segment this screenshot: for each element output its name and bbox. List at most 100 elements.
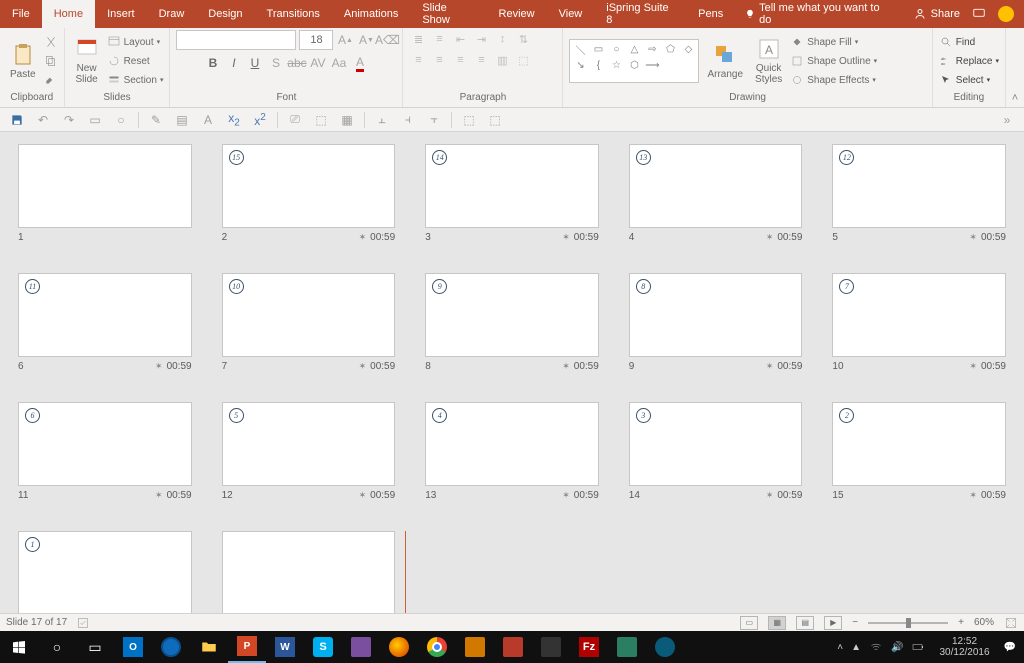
collapse-ribbon-button[interactable]: ˄ (1006, 28, 1024, 107)
reset-button[interactable]: Reset (107, 52, 164, 70)
slide-17[interactable]: 17 (222, 531, 396, 613)
slide-4[interactable]: 134✶00:59 (629, 144, 803, 243)
slide-thumb[interactable]: 12 (832, 144, 1006, 228)
justify-button[interactable]: ≡ (472, 51, 490, 69)
replace-button[interactable]: abacReplace▾ (939, 52, 999, 70)
battery-icon[interactable] (911, 641, 925, 653)
notifications-icon[interactable]: 💬 (1004, 642, 1016, 653)
slide-thumb[interactable]: 5 (222, 402, 396, 486)
tab-design[interactable]: Design (196, 0, 254, 28)
zoom-in-button[interactable]: + (958, 617, 964, 628)
qat-shape2[interactable]: ○ (112, 111, 130, 129)
qat-highlight[interactable]: ▤ (173, 111, 191, 129)
slide-3[interactable]: 143✶00:59 (425, 144, 599, 243)
slide-16[interactable]: 116✶00:59 (18, 531, 192, 613)
grow-font-button[interactable]: A▲ (336, 31, 354, 49)
save-button[interactable] (8, 111, 26, 129)
tb-explorer[interactable] (190, 631, 228, 663)
slide-thumb[interactable]: 4 (425, 402, 599, 486)
qat-misc1[interactable]: ⎚ (286, 111, 304, 129)
tab-ispring-suite-8[interactable]: iSpring Suite 8 (594, 0, 686, 28)
slide-10[interactable]: 710✶00:59 (832, 273, 1006, 372)
start-button[interactable] (0, 631, 38, 663)
volume-icon[interactable]: 🔊 (891, 642, 903, 653)
undo-button[interactable]: ↶ (34, 111, 52, 129)
tb-app5[interactable] (646, 631, 684, 663)
qat-subscript[interactable]: x2 (225, 111, 243, 129)
columns-button[interactable]: ▥ (493, 51, 511, 69)
slide-15[interactable]: 215✶00:59 (832, 402, 1006, 501)
slide-thumb[interactable] (18, 144, 192, 228)
share-button[interactable]: Share (914, 8, 960, 20)
change-case-button[interactable]: Aa (330, 54, 348, 72)
slide-9[interactable]: 89✶00:59 (629, 273, 803, 372)
bold-button[interactable]: B (204, 54, 222, 72)
tb-chrome[interactable] (418, 631, 456, 663)
select-button[interactable]: Select▾ (939, 71, 999, 89)
font-color-button[interactable]: A (351, 54, 369, 72)
section-button[interactable]: Section▾ (107, 71, 164, 89)
copy-button[interactable] (44, 52, 58, 70)
tb-filezilla[interactable]: Fz (570, 631, 608, 663)
clear-format-button[interactable]: A⌫ (378, 31, 396, 49)
tb-calc[interactable] (456, 631, 494, 663)
comments-icon[interactable] (972, 7, 986, 21)
slide-13[interactable]: 413✶00:59 (425, 402, 599, 501)
qat-pen[interactable]: ✎ (147, 111, 165, 129)
tb-app1[interactable] (342, 631, 380, 663)
tray-network-icon[interactable]: ▲ (851, 642, 861, 653)
fit-window-button[interactable] (1004, 617, 1018, 629)
shapes-gallery[interactable]: ＼▭○△⇨⬠ ◇↘{☆⬡⟶ (569, 39, 699, 83)
shrink-font-button[interactable]: A▼ (357, 31, 375, 49)
indent-dec-button[interactable]: ⇤ (451, 30, 469, 48)
qat-align2[interactable]: ⫞ (399, 111, 417, 129)
slide-thumb[interactable]: 11 (18, 273, 192, 357)
align-left-button[interactable]: ≡ (409, 51, 427, 69)
qat-font[interactable]: A (199, 111, 217, 129)
tab-review[interactable]: Review (487, 0, 547, 28)
shape-effects-button[interactable]: Shape Effects▾ (790, 71, 877, 89)
bullets-button[interactable]: ≣ (409, 30, 427, 48)
tb-app4[interactable] (608, 631, 646, 663)
quick-styles-button[interactable]: A Quick Styles (751, 35, 786, 87)
slide-8[interactable]: 98✶00:59 (425, 273, 599, 372)
slide-11[interactable]: 611✶00:59 (18, 402, 192, 501)
tb-word[interactable]: W (266, 631, 304, 663)
slide-thumb[interactable]: 13 (629, 144, 803, 228)
tray-up-icon[interactable]: ˄ (837, 642, 843, 653)
tb-skype[interactable]: S (304, 631, 342, 663)
line-spacing-button[interactable]: ↕ (493, 30, 511, 48)
normal-view-button[interactable]: ▭ (740, 616, 758, 630)
strike-button[interactable]: abc (288, 54, 306, 72)
slide-thumb[interactable]: 14 (425, 144, 599, 228)
tab-home[interactable]: Home (42, 0, 95, 28)
shadow-button[interactable]: S (267, 54, 285, 72)
slide-thumb[interactable]: 9 (425, 273, 599, 357)
find-button[interactable]: Find (939, 33, 999, 51)
tb-edge[interactable] (152, 631, 190, 663)
taskview-button[interactable]: ▭ (76, 631, 114, 663)
slideshow-view-button[interactable]: ▶ (824, 616, 842, 630)
tb-outlook[interactable]: O (114, 631, 152, 663)
qat-overflow[interactable]: » (998, 111, 1016, 129)
align-right-button[interactable]: ≡ (451, 51, 469, 69)
shape-outline-button[interactable]: Shape Outline▾ (790, 52, 877, 70)
qat-align3[interactable]: ⫟ (425, 111, 443, 129)
qat-shape1[interactable]: ▭ (86, 111, 104, 129)
slide-thumb[interactable]: 3 (629, 402, 803, 486)
zoom-out-button[interactable]: − (852, 617, 858, 628)
wifi-icon[interactable] (869, 641, 883, 653)
indent-inc-button[interactable]: ⇥ (472, 30, 490, 48)
qat-misc2[interactable]: ⬚ (312, 111, 330, 129)
tell-me[interactable]: Tell me what you want to do (735, 0, 903, 28)
cut-button[interactable] (44, 33, 58, 51)
slide-7[interactable]: 107✶00:59 (222, 273, 396, 372)
tab-draw[interactable]: Draw (147, 0, 197, 28)
underline-button[interactable]: U (246, 54, 264, 72)
font-size-input[interactable]: 18 (299, 30, 333, 50)
qat-ungroup[interactable]: ⬚ (486, 111, 504, 129)
smiley-icon[interactable] (998, 6, 1014, 22)
tab-file[interactable]: File (0, 0, 42, 28)
italic-button[interactable]: I (225, 54, 243, 72)
spellcheck-icon[interactable] (77, 617, 89, 629)
